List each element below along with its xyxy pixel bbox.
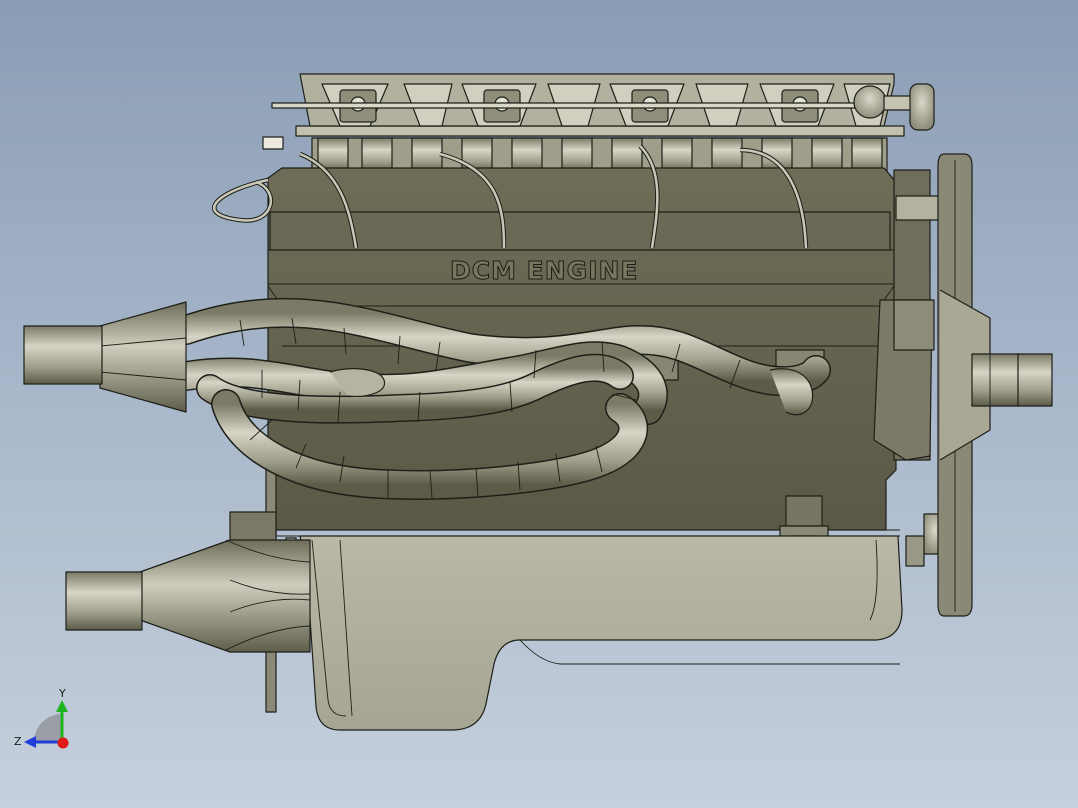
lower-exhaust-outlet[interactable] xyxy=(65,571,143,631)
intake-manifold[interactable] xyxy=(262,73,935,173)
z-axis-label: Z xyxy=(14,735,22,748)
engine-engraving: DCM ENGINE xyxy=(450,256,639,285)
upper-exhaust-collector[interactable] xyxy=(23,301,187,413)
cam-cover[interactable] xyxy=(269,211,891,251)
output-shaft[interactable] xyxy=(971,353,1053,407)
lower-exhaust-collector[interactable] xyxy=(65,511,311,653)
engine-model[interactable]: DCM ENGINE Y Z xyxy=(0,0,1078,808)
3d-viewport[interactable]: DCM ENGINE Y Z xyxy=(0,0,1078,808)
y-axis-label: Y xyxy=(58,687,66,700)
sensor-bracket[interactable] xyxy=(262,136,284,150)
y-axis-arrowhead xyxy=(56,700,68,712)
upper-exhaust-outlet[interactable] xyxy=(23,325,103,385)
triad-shading xyxy=(34,714,62,742)
x-axis-dot xyxy=(57,737,69,749)
view-orientation-triad[interactable]: Y Z xyxy=(14,687,69,749)
intake-runners xyxy=(311,137,888,173)
carb-base-plate xyxy=(295,125,905,137)
z-axis-arrowhead xyxy=(24,736,36,748)
oil-pan[interactable] xyxy=(299,535,903,731)
